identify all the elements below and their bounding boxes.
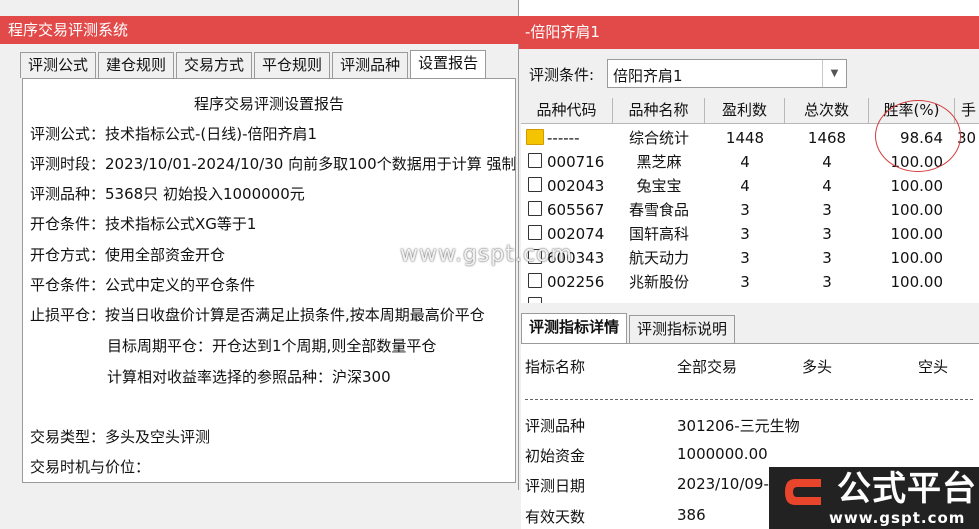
cell-profit[interactable]: 3 — [705, 198, 785, 222]
report-line-stop-loss: 止损平仓：按当日收盘价计算是否满足止损条件,按本周期最高价平仓 — [30, 306, 485, 324]
condition-label: 评测条件: — [529, 66, 595, 84]
logo-text: 公式平台 — [837, 469, 977, 509]
detail-header-metric: 指标名称 — [525, 358, 586, 376]
col-header-name[interactable]: 品种名称 — [613, 98, 705, 124]
report-line-open-mode: 开仓方式：使用全部资金开仓 — [30, 246, 226, 264]
detail-tab-bar: 评测指标详情 评测指标说明 — [521, 313, 737, 343]
tab-metric-details[interactable]: 评测指标详情 — [521, 313, 628, 343]
report-line-close-condition: 平仓条件：公式中定义的平仓条件 — [30, 276, 256, 294]
cell-total[interactable]: 3 — [785, 270, 869, 294]
highlight-circle — [875, 100, 961, 172]
document-icon — [528, 297, 542, 303]
cell-total[interactable]: 3 — [785, 246, 869, 270]
cell-total[interactable]: 3 — [785, 198, 869, 222]
detail-label: 初始资金 — [525, 447, 586, 465]
document-icon — [528, 201, 542, 216]
tab-trade-mode[interactable]: 交易方式 — [176, 52, 253, 78]
detail-value: 1000000.00 — [677, 445, 768, 463]
brand-logo: 公式平台 www.gspt.com — [769, 467, 979, 529]
cell-name[interactable]: 春雪食品 — [613, 198, 705, 222]
cell-profit[interactable]: 4 — [705, 150, 785, 174]
tab-close-rules[interactable]: 平仓规则 — [254, 52, 331, 78]
cell-name[interactable]: 兔宝宝 — [613, 174, 705, 198]
cell-profit[interactable]: 4 — [705, 174, 785, 198]
cell-winrate[interactable]: 100.00 — [869, 198, 944, 222]
cell-name[interactable]: 国轩高科 — [613, 222, 705, 246]
detail-label: 评测品种 — [525, 417, 586, 435]
cell-name[interactable]: 兆新股份 — [613, 270, 705, 294]
cell-code[interactable]: 605567 — [547, 198, 604, 222]
document-icon — [528, 225, 542, 240]
col-header-code[interactable]: 品种代码 — [521, 98, 613, 124]
tab-settings-report[interactable]: 设置报告 — [410, 50, 487, 78]
logo-url: www.gspt.com — [829, 509, 966, 527]
detail-value: 386 — [677, 506, 706, 524]
condition-value: 倍阳齐肩1 — [613, 67, 683, 85]
report-title: 程序交易评测设置报告 — [193, 95, 344, 113]
cell-name[interactable]: 航天动力 — [613, 246, 705, 270]
detail-value: 301206-三元生物 — [677, 417, 800, 435]
col-header-total[interactable]: 总次数 — [785, 98, 869, 124]
tab-metric-description[interactable]: 评测指标说明 — [629, 315, 736, 343]
document-icon — [528, 273, 542, 288]
settings-report-panel: 程序交易评测设置报告 评测公式：技术指标公式-(日线)-倍阳齐肩1 评测时段：2… — [22, 78, 516, 483]
report-line-trade-timing: 交易时机与价位： — [30, 458, 151, 476]
left-tab-bar: 评测公式 建仓规则 交易方式 平仓规则 评测品种 设置报告 — [20, 50, 488, 78]
report-line-benchmark: 计算相对收益率选择的参照品种：沪深300 — [107, 368, 391, 386]
cell-winrate[interactable]: 100.00 — [869, 222, 944, 246]
right-window: -倍阳齐肩1 评测条件: 倍阳齐肩1 ▼ 品种代码 品种名称 盈利数 总次数 胜… — [519, 16, 979, 529]
tab-instruments[interactable]: 评测品种 — [332, 52, 409, 78]
cell-profit[interactable]: 1448 — [705, 126, 785, 150]
watermark: www.gspt.com — [400, 242, 573, 267]
detail-label: 有效天数 — [525, 508, 586, 526]
cell-profit[interactable]: 3 — [705, 222, 785, 246]
cell-code[interactable]: 002043 — [547, 174, 604, 198]
left-window-title: 程序交易评测系统 — [0, 16, 519, 44]
chevron-down-icon[interactable]: ▼ — [822, 60, 846, 87]
report-line-open-condition: 开仓条件：技术指标公式XG等于1 — [30, 215, 257, 233]
cell-total[interactable]: 4 — [785, 150, 869, 174]
cell-profit[interactable]: 3 — [705, 270, 785, 294]
cell-total[interactable]: 1468 — [785, 126, 869, 150]
condition-select[interactable]: 倍阳齐肩1 ▼ — [607, 59, 847, 88]
cell-name[interactable]: 黑芝麻 — [613, 150, 705, 174]
col-header-extra[interactable]: 手 — [955, 98, 979, 124]
col-header-profit[interactable]: 盈利数 — [705, 98, 785, 124]
brand-logo-icon — [785, 479, 821, 505]
cell-total[interactable]: 3 — [785, 222, 869, 246]
cell-winrate[interactable]: 100.00 — [869, 174, 944, 198]
tab-open-rules[interactable]: 建仓规则 — [98, 52, 175, 78]
report-line-trade-type: 交易类型：多头及空头评测 — [30, 428, 211, 446]
detail-header-short: 空头 — [918, 358, 949, 376]
cell-code[interactable]: 002256 — [547, 270, 604, 294]
divider — [525, 399, 973, 400]
cell-winrate[interactable]: 100.00 — [869, 246, 944, 270]
report-line-target-period: 目标周期平仓：开仓达到1个周期,则全部数量平仓 — [107, 337, 437, 355]
document-icon — [528, 153, 542, 168]
cell-code[interactable]: 000716 — [547, 150, 604, 174]
cell-profit[interactable]: 3 — [705, 246, 785, 270]
detail-header-all: 全部交易 — [677, 358, 738, 376]
cell-total[interactable]: 4 — [785, 174, 869, 198]
tab-formula[interactable]: 评测公式 — [20, 52, 97, 78]
document-icon — [528, 177, 542, 192]
detail-header-long: 多头 — [802, 358, 833, 376]
detail-value: 2023/10/09- — [677, 475, 769, 493]
report-line-formula: 评测公式：技术指标公式-(日线)-倍阳齐肩1 — [30, 125, 318, 143]
cell-name[interactable]: 综合统计 — [613, 126, 705, 150]
report-line-instruments: 评测品种：5368只 初始投入1000000元 — [30, 185, 305, 203]
folder-icon — [526, 129, 544, 145]
left-bottom-bar — [0, 490, 519, 529]
detail-label: 评测日期 — [525, 477, 586, 495]
cell-winrate[interactable]: 100.00 — [869, 270, 944, 294]
right-window-title: -倍阳齐肩1 — [519, 16, 979, 49]
report-line-period: 评测时段：2023/10/01-2024/10/30 向前多取100个数据用于计… — [30, 155, 516, 173]
cell-code[interactable]: ------ — [547, 126, 579, 150]
